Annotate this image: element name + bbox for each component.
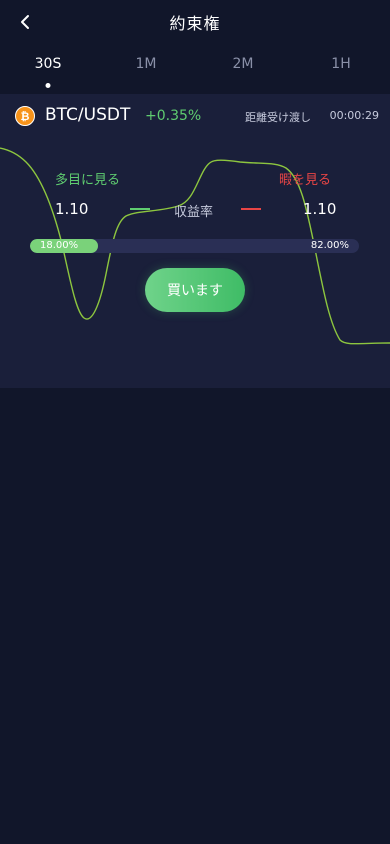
tab-2m[interactable]: 2M bbox=[233, 56, 254, 72]
pair-info-row: ₿ BTC/USDT +0.35% 距離受け渡し 00:00:29 bbox=[14, 102, 382, 130]
long-short-ratio-bar: 18.00% 82.00% bbox=[30, 239, 359, 253]
long-ratio-text: 18.00% bbox=[40, 240, 79, 251]
active-tab-indicator bbox=[45, 83, 51, 88]
long-odds-value: 1.10 bbox=[55, 200, 89, 218]
short-ratio-text: 82.00% bbox=[310, 240, 349, 251]
tab-1h[interactable]: 1H bbox=[331, 56, 350, 72]
header-bar: 約束権 bbox=[0, 0, 390, 44]
tab-30s[interactable]: 30S bbox=[35, 56, 62, 72]
red-legend-line bbox=[241, 208, 261, 210]
pair-change-percent: +0.35% bbox=[145, 108, 202, 124]
timeframe-tabs: 30S 1M 2M 1H bbox=[0, 50, 390, 90]
pair-name: BTC/USDT bbox=[45, 105, 131, 125]
page-title: 約束権 bbox=[169, 14, 221, 33]
green-legend-line bbox=[130, 208, 150, 210]
countdown-timer: 00:00:29 bbox=[329, 109, 379, 122]
buy-button[interactable]: 買います bbox=[145, 268, 245, 312]
short-direction-label: 暇を見る bbox=[279, 173, 332, 188]
tab-1m[interactable]: 1M bbox=[136, 56, 157, 72]
app-screen: 約束権 30S 1M 2M 1H ₿ BTC/USDT +0.35% 距離受け渡… bbox=[0, 0, 390, 844]
chevron-left-icon bbox=[21, 15, 29, 29]
long-direction-label: 多目に見る bbox=[55, 173, 121, 188]
countdown-label: 距離受け渡し bbox=[245, 111, 311, 124]
bitcoin-icon: ₿ bbox=[15, 106, 35, 126]
trade-panel: ₿ BTC/USDT +0.35% 距離受け渡し 00:00:29 多目に見る … bbox=[0, 94, 390, 388]
back-button[interactable] bbox=[14, 10, 36, 34]
yield-rate-label: 収益率 bbox=[174, 205, 214, 220]
short-odds-value: 1.10 bbox=[303, 200, 337, 218]
svg-text:₿: ₿ bbox=[21, 110, 30, 123]
